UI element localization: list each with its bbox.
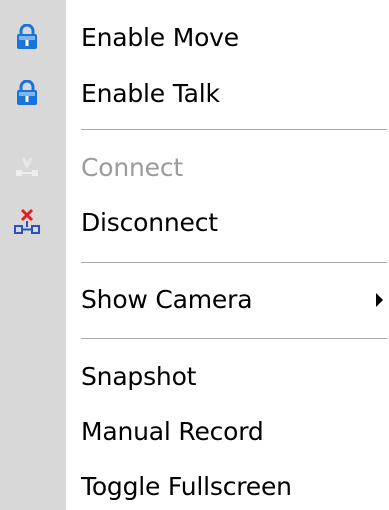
connect-icon bbox=[12, 152, 42, 182]
menu-separator bbox=[81, 129, 387, 131]
menu-item-label: Toggle Fullscreen bbox=[81, 472, 292, 501]
context-menu: Enable Move Enable Talk Connect Disconne… bbox=[0, 0, 389, 510]
menu-item-show-camera[interactable]: Show Camera bbox=[0, 274, 389, 326]
menu-item-label: Show Camera bbox=[81, 285, 253, 314]
menu-item-connect[interactable]: Connect bbox=[0, 142, 389, 194]
menu-item-label: Disconnect bbox=[81, 208, 218, 237]
menu-item-manual-record[interactable]: Manual Record bbox=[0, 406, 389, 458]
disconnect-icon bbox=[12, 207, 42, 237]
submenu-arrow-icon bbox=[376, 293, 383, 307]
menu-item-label: Enable Talk bbox=[81, 79, 220, 108]
menu-item-label: Enable Move bbox=[81, 23, 239, 52]
menu-item-label: Manual Record bbox=[81, 417, 264, 446]
menu-item-enable-talk[interactable]: Enable Talk bbox=[0, 68, 389, 120]
menu-item-toggle-fullscreen[interactable]: Toggle Fullscreen bbox=[0, 461, 389, 510]
menu-item-enable-move[interactable]: Enable Move bbox=[0, 12, 389, 64]
lock-icon bbox=[12, 22, 42, 52]
menu-item-snapshot[interactable]: Snapshot bbox=[0, 351, 389, 403]
lock-icon bbox=[12, 78, 42, 108]
menu-separator bbox=[81, 338, 387, 340]
menu-separator bbox=[81, 262, 387, 264]
menu-item-disconnect[interactable]: Disconnect bbox=[0, 197, 389, 249]
menu-item-label: Connect bbox=[81, 153, 183, 182]
menu-item-label: Snapshot bbox=[81, 362, 197, 391]
